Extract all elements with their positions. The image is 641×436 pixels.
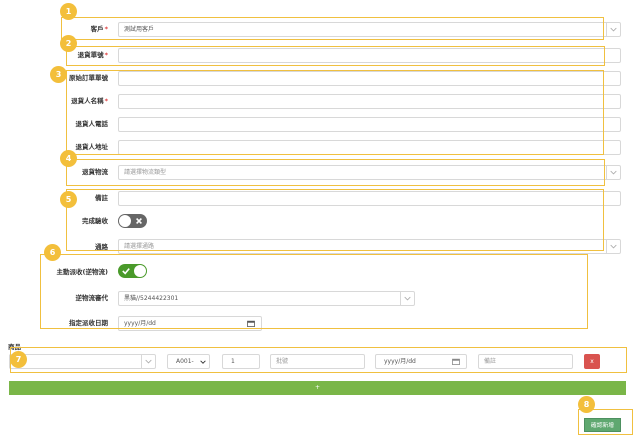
marker-5: 5 — [60, 191, 77, 208]
pickup-date-placeholder: yyyy/月/dd — [124, 320, 156, 327]
returner-address-input[interactable] — [118, 140, 621, 155]
pickup-date-input[interactable]: yyyy/月/dd — [118, 316, 262, 331]
return-logistics-placeholder: 請選擇物流類型 — [124, 169, 167, 176]
add-product-button[interactable]: + — [9, 381, 626, 395]
required-mark: * — [104, 25, 108, 33]
toggle-knob — [134, 265, 146, 277]
customer-label-text: 客戶 — [90, 25, 104, 33]
returner-name-label-text: 退貨人名稱 — [71, 97, 104, 105]
auto-pickup-toggle[interactable] — [118, 264, 147, 278]
logistics-provider-value: 黑貓//5244422301 — [124, 295, 179, 302]
return-no-input[interactable] — [118, 48, 621, 63]
unit-value: A001- — [176, 358, 194, 365]
chevron-down-icon — [141, 355, 155, 368]
marker-8: 8 — [578, 396, 595, 413]
route-label: 通路 — [95, 243, 108, 251]
logistics-provider-select[interactable]: 黑貓//5244422301 — [118, 291, 415, 306]
products-label: 商品 — [8, 343, 21, 351]
chevron-down-icon — [606, 240, 620, 253]
pickup-date-label: 指定派收日期 — [69, 319, 108, 327]
return-logistics-label: 退貨物流 — [82, 168, 108, 176]
route-placeholder: 請選擇通路 — [124, 243, 155, 250]
check-icon — [122, 268, 130, 275]
returner-phone-input[interactable] — [118, 117, 621, 132]
returner-name-input[interactable] — [118, 94, 621, 109]
original-order-input[interactable] — [118, 71, 621, 86]
unit-select[interactable]: A001- — [167, 354, 210, 369]
confirm-add-button[interactable]: 確認新增 — [584, 418, 621, 432]
close-icon — [136, 218, 142, 224]
returner-name-label: 退貨人名稱* — [55, 96, 108, 106]
logistics-provider-label: 逆物流審代 — [75, 294, 109, 302]
customer-value: 測試用客戶 — [124, 26, 155, 33]
chevron-down-icon — [606, 166, 620, 179]
marker-4: 4 — [60, 150, 77, 167]
marker-7: 7 — [10, 351, 27, 368]
delete-row-button[interactable]: x — [584, 354, 600, 369]
customer-select[interactable]: 測試用客戶 — [118, 22, 621, 37]
route-select[interactable]: 請選擇通路 — [118, 239, 621, 254]
product-select[interactable] — [9, 354, 156, 369]
marker-1: 1 — [60, 3, 77, 20]
return-no-label-text: 退貨單號 — [77, 51, 104, 59]
completed-label: 完成驗收 — [82, 217, 108, 225]
toggle-knob — [119, 215, 131, 227]
product-date-input[interactable]: yyyy/月/dd — [375, 354, 467, 369]
product-note-input[interactable]: 備註 — [478, 354, 573, 369]
customer-label: 客戶* — [70, 24, 108, 34]
return-logistics-select[interactable]: 請選擇物流類型 — [118, 165, 621, 180]
chevron-down-icon — [200, 360, 206, 364]
required-mark: * — [104, 51, 108, 59]
marker-2: 2 — [60, 35, 77, 52]
note-input[interactable] — [118, 191, 621, 206]
required-mark: * — [104, 97, 108, 105]
calendar-icon[interactable] — [452, 358, 460, 365]
returner-phone-label: 退貨人電話 — [75, 120, 109, 128]
batch-input[interactable]: 批號 — [270, 354, 365, 369]
completed-toggle[interactable] — [118, 214, 147, 228]
auto-pickup-label: 主動派收(逆物流) — [56, 268, 108, 276]
quantity-input[interactable]: 1 — [222, 354, 260, 369]
chevron-down-icon — [400, 292, 414, 305]
marker-3: 3 — [50, 66, 67, 83]
product-date-placeholder: yyyy/月/dd — [384, 358, 416, 365]
marker-6: 6 — [44, 244, 61, 261]
chevron-down-icon — [606, 23, 620, 36]
calendar-icon[interactable] — [247, 320, 255, 327]
